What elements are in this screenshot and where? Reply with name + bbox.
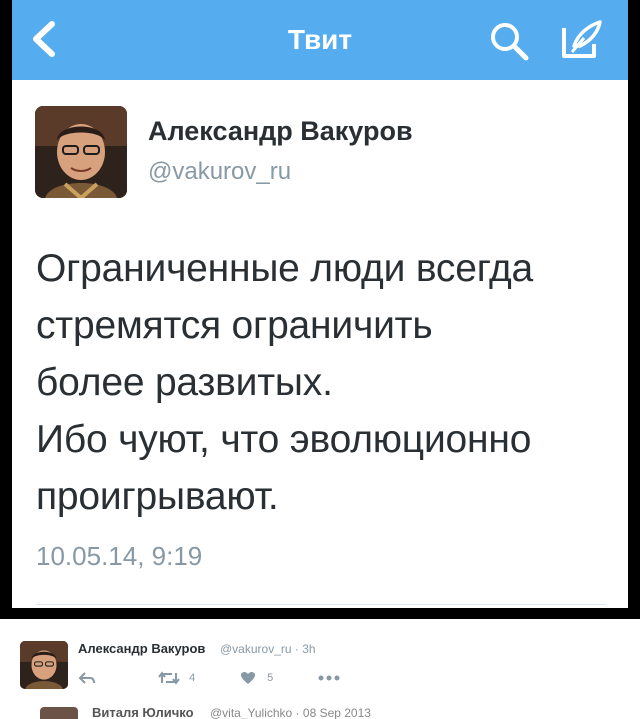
- page-title: Твит: [287, 24, 353, 55]
- partial-avatar: [40, 707, 78, 719]
- navigation-bar: Твит: [12, 0, 628, 80]
- tweet-detail-screen: Твит Александр Вакуров @vakurov_ru Огран…: [12, 0, 628, 608]
- partial-meta: @vita_Yulichko · 08 Sep 2013: [210, 706, 371, 719]
- author-avatar[interactable]: [35, 106, 127, 198]
- more-icon: [318, 675, 340, 681]
- retweet-icon: [158, 671, 180, 685]
- search-icon: [491, 23, 529, 61]
- like-count: 5: [267, 672, 274, 684]
- embedded-tweet-card[interactable]: Александр Вакуров @vakurov_ru · 3h 4 5: [0, 619, 640, 699]
- next-tweet-partial: Виталя Юличко @vita_Yulichko · 08 Sep 20…: [0, 699, 640, 719]
- search-button[interactable]: [488, 20, 530, 62]
- reply-button[interactable]: [78, 669, 96, 687]
- reply-icon: [78, 672, 95, 684]
- retweet-button[interactable]: 4: [158, 669, 195, 687]
- avatar-portrait: [35, 106, 127, 198]
- author-handle[interactable]: @vakurov_ru: [148, 158, 291, 186]
- avatar-portrait: [20, 641, 68, 689]
- divider: [36, 604, 606, 605]
- retweet-count: 4: [189, 672, 196, 684]
- partial-author-name: Виталя Юличко: [92, 705, 194, 719]
- card-avatar[interactable]: [20, 641, 68, 689]
- compose-icon: [562, 20, 602, 58]
- card-meta: @vakurov_ru · 3h: [220, 642, 316, 656]
- compose-button[interactable]: [558, 18, 604, 62]
- like-button[interactable]: 5: [240, 669, 273, 687]
- author-name[interactable]: Александр Вакуров: [148, 116, 413, 147]
- heart-icon: [241, 672, 255, 685]
- card-author-name[interactable]: Александр Вакуров: [78, 641, 205, 656]
- tweet-text: Ограниченные люди всегда стремятся огран…: [36, 247, 534, 518]
- more-button[interactable]: [318, 669, 340, 687]
- tweet-timestamp: 10.05.14, 9:19: [36, 541, 203, 571]
